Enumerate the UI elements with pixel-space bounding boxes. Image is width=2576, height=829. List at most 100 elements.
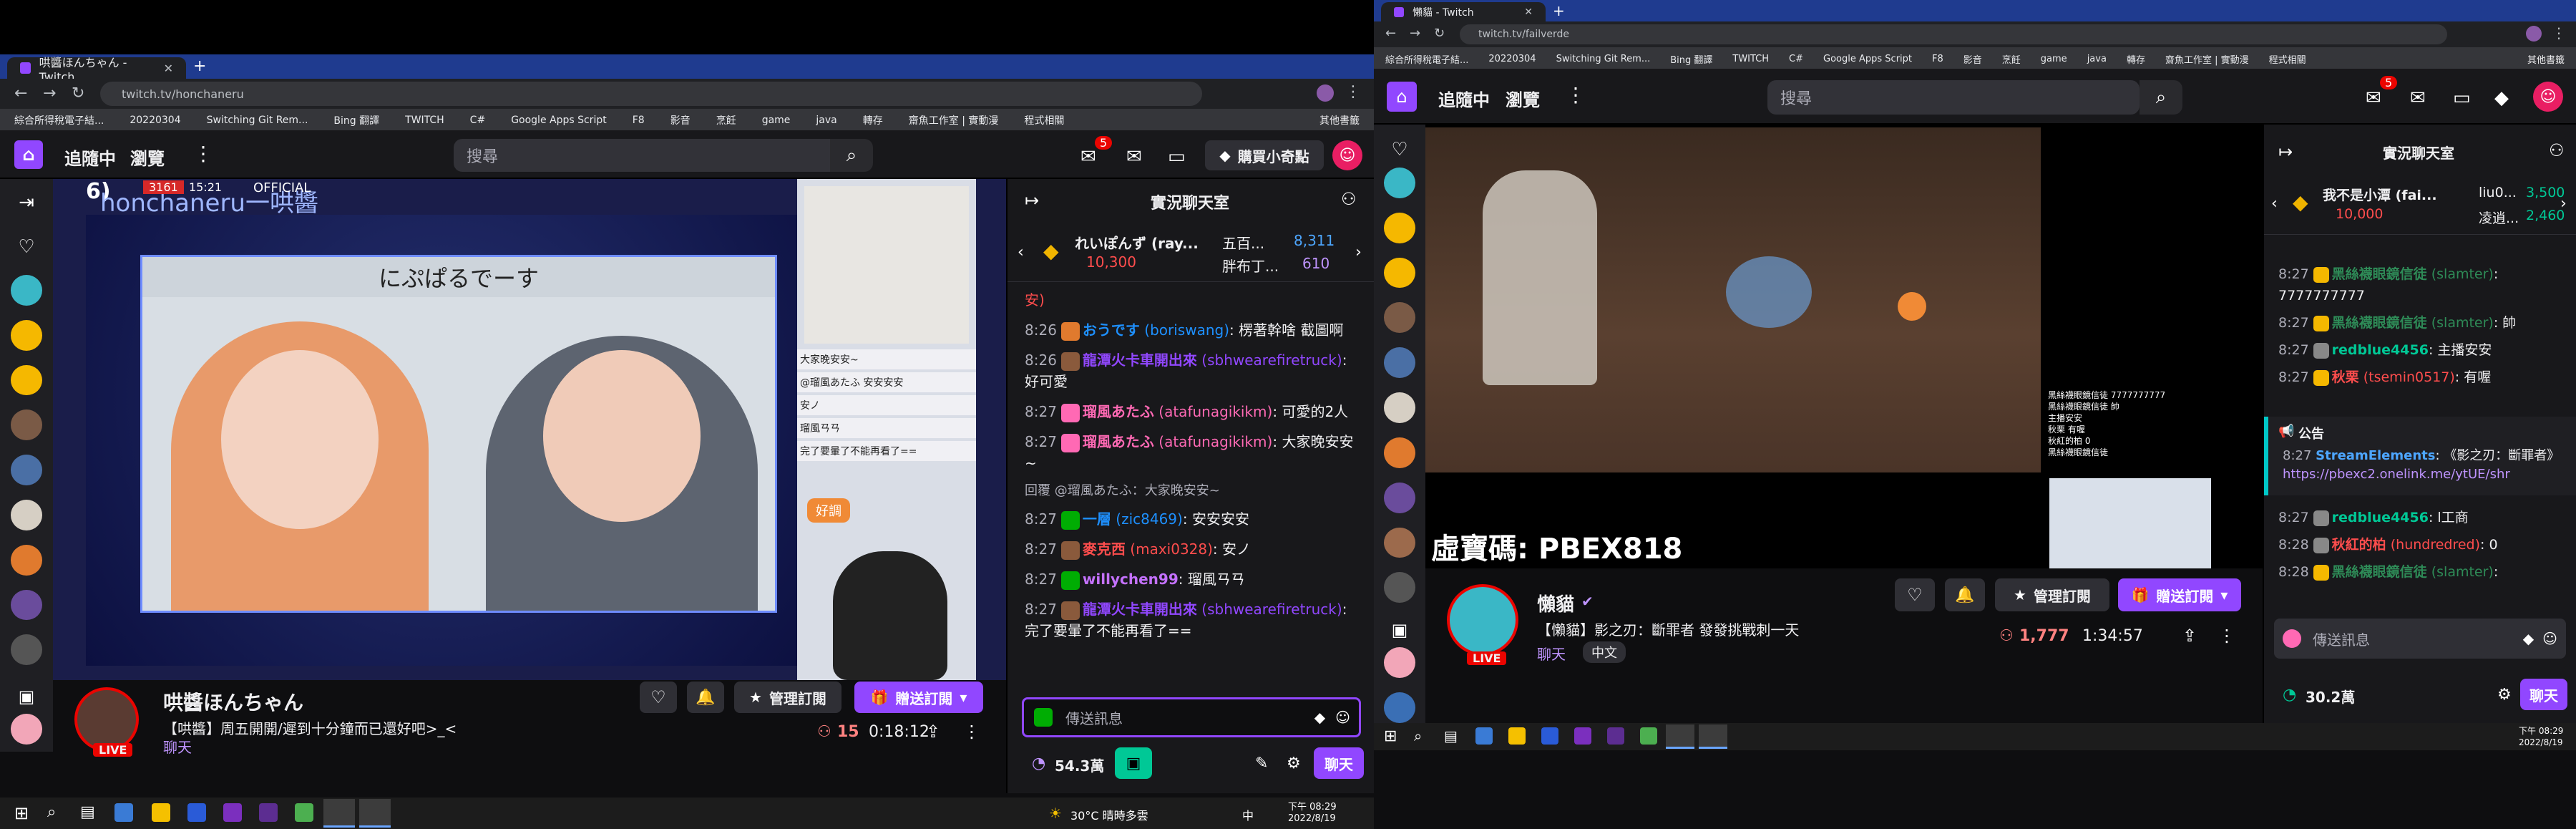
buy-bits-button[interactable]: ◆ 購買小奇點 (1205, 140, 1324, 170)
taskbar-app-icon[interactable] (1541, 727, 1558, 745)
chat-user[interactable]: 黑絲襪眼鏡信徒 (2332, 315, 2427, 331)
bookmark-item[interactable]: F8 (633, 115, 645, 126)
chat-user[interactable]: 黑絲襪眼鏡信徒 (2332, 266, 2427, 282)
taskbar-app-icon[interactable] (295, 803, 313, 822)
channel-avatar[interactable] (11, 275, 42, 306)
other-bookmarks[interactable]: 其他書籤 (1319, 113, 1360, 127)
channel-avatar[interactable] (11, 455, 42, 485)
whisper-icon[interactable]: ▭ (1168, 146, 1186, 168)
taskbar-app-icon[interactable] (1574, 727, 1591, 745)
search-button[interactable]: ⌕ (2140, 80, 2182, 115)
channel-avatar[interactable] (1384, 302, 1415, 334)
inbox-icon[interactable]: ✉ (2366, 87, 2381, 109)
settings-gear-icon[interactable]: ⚙ (2497, 686, 2512, 704)
share-icon[interactable]: ⇪ (2182, 626, 2197, 646)
twitch-logo-icon[interactable]: ⌂ (1387, 82, 1417, 112)
other-bookmarks[interactable]: 其他書籤 (2527, 52, 2565, 66)
chat-user[interactable]: StreamElements (2316, 448, 2435, 463)
bookmark-item[interactable]: TWITCH (405, 115, 444, 126)
channel-avatar[interactable] (1384, 437, 1415, 468)
right-address-bar[interactable]: twitch.tv/failverde (1460, 24, 2447, 44)
nav-browse[interactable]: 瀏覽 (130, 145, 165, 170)
channel-avatar[interactable] (11, 714, 42, 745)
bookmark-item[interactable]: Bing 翻譯 (333, 113, 379, 127)
chat-user[interactable]: 一層 (1083, 510, 1111, 528)
taskbar-time[interactable]: 下午 08:29 (1288, 799, 1337, 813)
manage-sub-button[interactable]: ★ 管理訂閱 (1995, 578, 2109, 611)
bookmark-item[interactable]: Switching Git Rem... (1556, 54, 1651, 64)
chat-user[interactable]: 秋紅的柏 (2332, 537, 2386, 553)
claim-bonus-button[interactable]: ▣ (1115, 747, 1152, 779)
bookmark-item[interactable]: F8 (1932, 54, 1943, 64)
taskbar-app-icon[interactable] (152, 803, 170, 822)
taskbar-ime[interactable]: 中 (1242, 806, 1254, 823)
taskbar-date[interactable]: 2022/8/19 (2519, 737, 2563, 747)
channel-avatar[interactable] (1384, 647, 1415, 679)
back-icon[interactable]: ← (1385, 26, 1396, 41)
windows-start-icon[interactable]: ⊞ (14, 803, 29, 823)
chat-user[interactable]: 黑絲襪眼鏡信徒 (2332, 564, 2427, 580)
channel-avatar[interactable] (1384, 347, 1415, 379)
emote-icon[interactable]: ☺ (2542, 630, 2557, 647)
close-tab-icon[interactable]: ✕ (1524, 6, 1533, 18)
forward-icon[interactable]: → (43, 84, 56, 102)
stream-category[interactable]: 聊天 (1537, 643, 1566, 664)
more-options-icon[interactable]: ⋮ (2218, 626, 2235, 646)
channel-avatar[interactable] (1384, 527, 1415, 558)
stream-tag[interactable]: 中文 (1583, 641, 1626, 663)
windows-start-icon[interactable]: ⊞ (1384, 727, 1397, 745)
next-icon[interactable]: › (1355, 243, 1362, 261)
reload-icon[interactable]: ↻ (1434, 26, 1445, 41)
chat-badge-icon[interactable] (1034, 708, 1053, 727)
chat-badge-icon[interactable] (2283, 629, 2301, 648)
close-tab-icon[interactable]: ✕ (164, 62, 173, 75)
taskbar-app-icon[interactable] (114, 803, 133, 822)
chrome-taskbar-icon[interactable] (323, 799, 355, 828)
profile-avatar-icon[interactable] (1317, 84, 1334, 102)
stream-category[interactable]: 聊天 (163, 736, 192, 757)
whisper-icon[interactable]: ▭ (2453, 87, 2471, 109)
taskbar-date[interactable]: 2022/8/19 (1288, 813, 1336, 824)
chat-user[interactable]: 瑠風あたふ (1083, 403, 1154, 420)
more-icon[interactable]: ⋮ (1566, 83, 1586, 107)
taskbar-app-icon[interactable] (1475, 727, 1493, 745)
task-view-icon[interactable]: ▤ (80, 803, 95, 821)
camera-icon[interactable]: ▣ (19, 687, 35, 707)
taskbar-weather[interactable]: 30°C 晴時多雲 (1070, 806, 1148, 823)
bookmark-item[interactable]: 影音 (1963, 52, 1982, 66)
taskbar-search-icon[interactable]: ⌕ (1414, 727, 1422, 745)
search-input[interactable]: 搜尋 (1767, 80, 2140, 115)
new-tab-icon[interactable]: + (193, 57, 206, 75)
bookmark-item[interactable]: 烹飪 (2002, 52, 2021, 66)
taskbar-app-icon[interactable] (1508, 727, 1526, 745)
taskbar-app-icon[interactable] (1607, 727, 1624, 745)
taskbar-app-icon[interactable] (187, 803, 206, 822)
bookmark-item[interactable]: Bing 翻譯 (1670, 52, 1712, 66)
bookmark-item[interactable]: C# (1789, 54, 1803, 64)
chat-user[interactable]: 龍潭火卡車開出來 (1083, 601, 1197, 618)
channel-avatar[interactable] (11, 319, 42, 351)
chat-user[interactable]: 瑠風あたふ (1083, 433, 1154, 450)
bookmark-item[interactable]: Google Apps Script (511, 115, 607, 126)
chat-user[interactable]: 秋栗 (2332, 369, 2359, 385)
bookmark-item[interactable]: java (2087, 54, 2107, 64)
channel-avatar[interactable] (11, 409, 42, 441)
bookmark-item[interactable]: 烹飪 (716, 113, 736, 127)
manage-sub-button[interactable]: ★ 管理訂閱 (734, 682, 841, 713)
menu-dots-icon[interactable]: ⋮ (1345, 83, 1361, 101)
share-icon[interactable]: ⇪ (926, 722, 940, 742)
channel-avatar[interactable] (1384, 212, 1415, 243)
right-browser-tab[interactable]: 懶貓 - Twitch ✕ (1381, 2, 1546, 21)
reload-icon[interactable]: ↻ (72, 84, 84, 102)
mail-icon[interactable]: ✉ (1126, 146, 1142, 168)
prev-icon[interactable]: ‹ (1018, 243, 1024, 261)
next-icon[interactable]: › (2560, 195, 2567, 213)
bookmark-item[interactable]: 轉存 (2127, 52, 2145, 66)
follow-heart-button[interactable]: ♡ (1895, 578, 1935, 611)
more-icon[interactable]: ⋮ (193, 142, 213, 165)
search-button[interactable]: ⌕ (830, 139, 873, 172)
bookmark-item[interactable]: 影音 (670, 113, 691, 127)
bookmark-item[interactable]: Google Apps Script (1823, 54, 1912, 64)
bookmark-item[interactable]: 20220304 (130, 115, 180, 126)
new-tab-icon[interactable]: + (1553, 2, 1565, 19)
